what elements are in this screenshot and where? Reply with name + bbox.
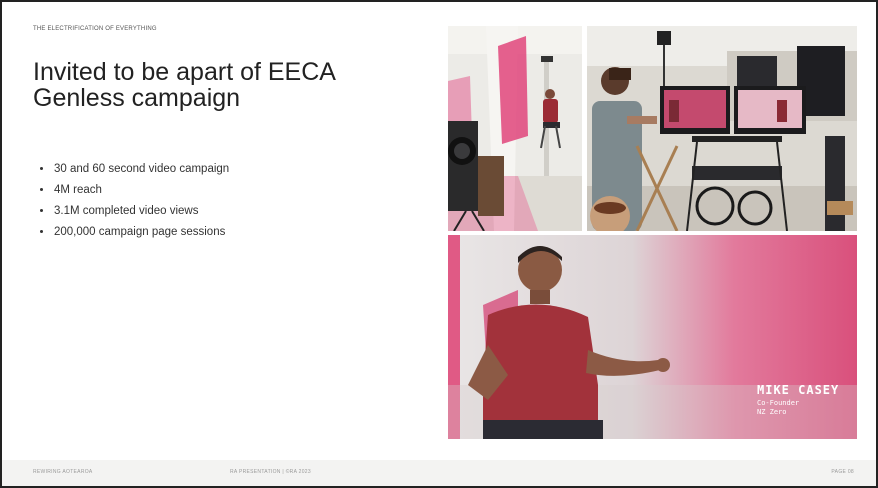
- caption-role-line: Co-Founder: [757, 399, 800, 407]
- monitor-photo-art: [587, 26, 857, 231]
- bullet-item: 30 and 60 second video campaign: [53, 159, 229, 180]
- bullet-item: 4M reach: [53, 180, 229, 201]
- caption-org-line: NZ Zero: [757, 408, 787, 416]
- slide-title: Invited to be apart of EECA Genless camp…: [33, 58, 335, 112]
- footer-left: REWIRING AOTEAROA: [33, 469, 93, 475]
- caption-role: Co-Founder NZ Zero: [757, 399, 799, 417]
- monitor-photo: [587, 26, 857, 231]
- slide-kicker: THE ELECTRIFICATION OF EVERYTHING: [33, 26, 157, 32]
- page-number: PAGE 08: [831, 469, 854, 475]
- caption-name-text: MIKE CASEY: [757, 383, 840, 397]
- studio-photo-art: [448, 26, 582, 231]
- interview-photo: MIKE CASEY Co-Founder NZ Zero: [448, 235, 857, 439]
- presentation-slide: THE ELECTRIFICATION OF EVERYTHING Invite…: [0, 0, 878, 488]
- bullet-item: 3.1M completed video views: [53, 201, 229, 222]
- studio-photo: [448, 26, 582, 231]
- bullet-list: 30 and 60 second video campaign 4M reach…: [33, 159, 229, 243]
- footer-center: RA PRESENTATION | ©RA 2023: [230, 469, 311, 475]
- bullet-item: 200,000 campaign page sessions: [53, 222, 229, 243]
- slide-footer: REWIRING AOTEAROA RA PRESENTATION | ©RA …: [2, 460, 876, 486]
